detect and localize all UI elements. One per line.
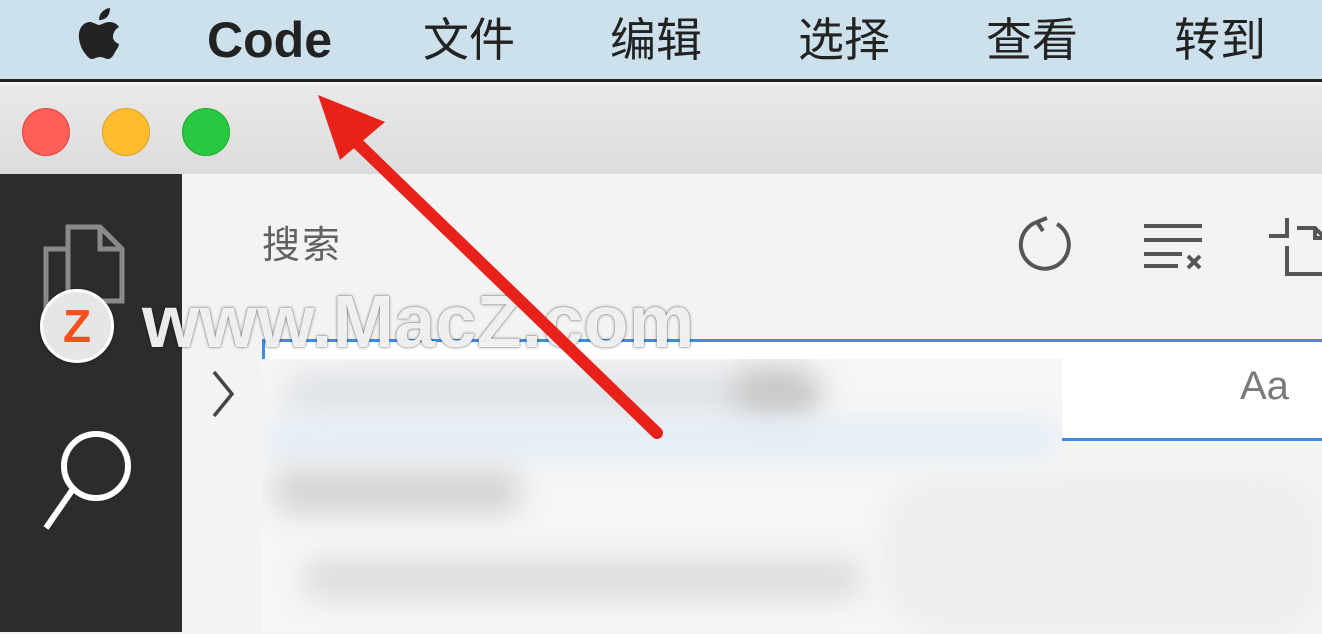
search-view: 搜索 Aa — [182, 174, 1322, 634]
activity-bar — [0, 174, 182, 632]
search-view-title: 搜索 — [262, 223, 343, 267]
close-window-button[interactable] — [22, 108, 70, 156]
search-icon[interactable] — [38, 424, 138, 534]
menu-go[interactable]: 转到 — [1174, 8, 1266, 72]
menu-file[interactable]: 文件 — [423, 8, 515, 72]
menu-view[interactable]: 查看 — [986, 8, 1078, 72]
blurred-results-right — [882, 474, 1322, 634]
watermark-logo: Z — [40, 289, 114, 363]
menu-app-name[interactable]: Code — [207, 8, 332, 72]
apple-icon[interactable] — [72, 0, 132, 70]
menu-edit[interactable]: 编辑 — [610, 8, 702, 72]
menu-bar: Code 文件 编辑 选择 查看 转到 — [0, 0, 1322, 82]
watermark-text: www.MacZ.com — [142, 280, 695, 363]
refresh-icon[interactable] — [1017, 216, 1073, 272]
title-bar — [0, 85, 1322, 175]
match-case-toggle[interactable]: Aa — [1240, 364, 1289, 409]
clear-results-icon[interactable] — [1142, 216, 1204, 272]
chevron-right-icon[interactable] — [208, 364, 238, 424]
menu-selection[interactable]: 选择 — [798, 8, 890, 72]
new-search-editor-icon[interactable] — [1267, 216, 1322, 276]
zoom-window-button[interactable] — [182, 108, 230, 156]
minimize-window-button[interactable] — [102, 108, 150, 156]
